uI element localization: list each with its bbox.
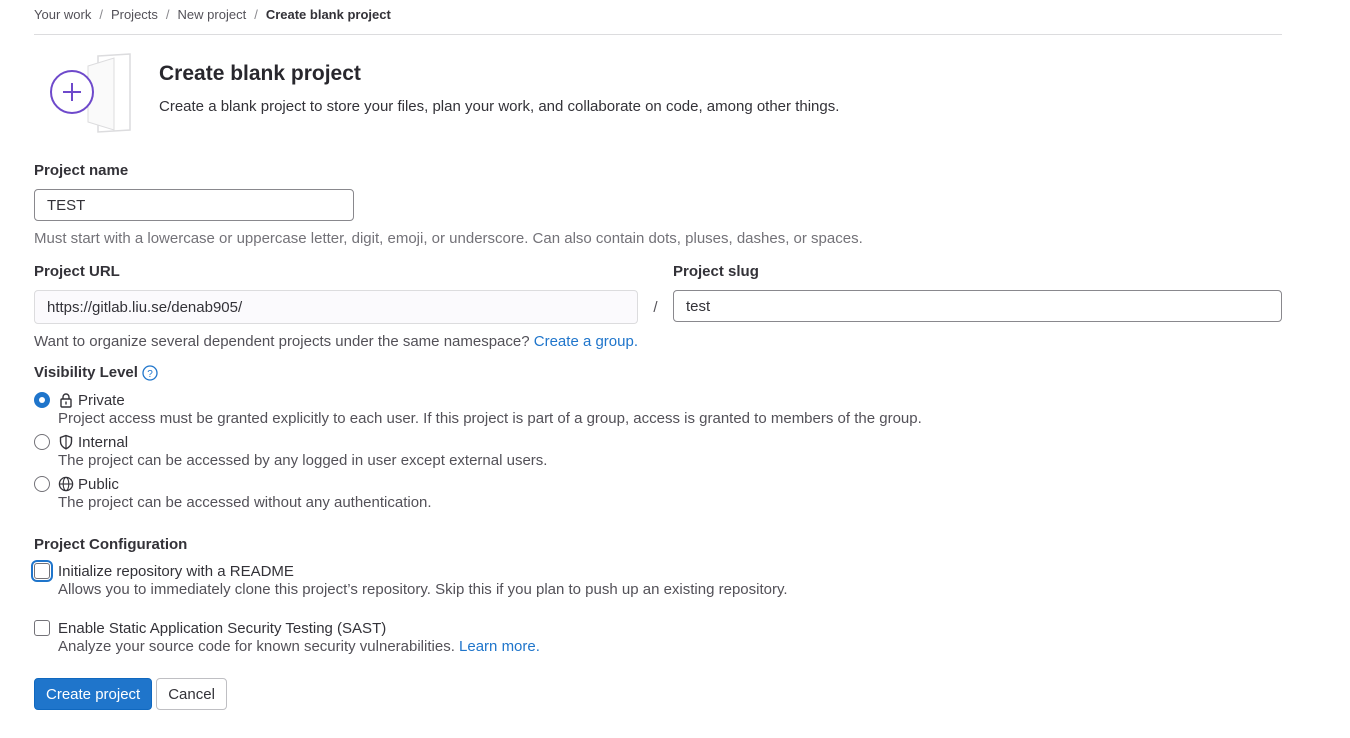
breadcrumb-your-work[interactable]: Your work: [34, 7, 91, 22]
project-name-label: Project name: [34, 162, 129, 179]
create-group-link[interactable]: Create a group.: [534, 333, 638, 350]
shield-icon: [58, 434, 78, 450]
project-url-help: Want to organize several dependent proje…: [34, 333, 1282, 350]
globe-icon: [58, 476, 78, 492]
visibility-option-public: Public The project can be accessed witho…: [34, 474, 1282, 511]
sast-checkbox[interactable]: [34, 620, 50, 636]
readme-option: Initialize repository with a README Allo…: [34, 561, 1282, 598]
breadcrumb-separator: /: [165, 6, 170, 22]
learn-more-link[interactable]: Learn more.: [459, 638, 540, 655]
visibility-option-label: Public: [78, 475, 119, 493]
breadcrumb-separator: /: [254, 6, 258, 22]
cancel-button[interactable]: Cancel: [156, 678, 227, 710]
url-separator: /: [653, 299, 658, 316]
sast-desc-text: Analyze your source code for known secur…: [58, 638, 455, 655]
project-url-row: Project URL https://gitlab.liu.se/denab9…: [34, 263, 1282, 324]
svg-text:?: ?: [147, 369, 153, 380]
project-configuration-label: Project Configuration: [34, 536, 188, 553]
visibility-option-label: Internal: [78, 433, 129, 451]
page-header: Create blank project Create a blank proj…: [34, 52, 1282, 134]
radio-internal[interactable]: [34, 434, 50, 450]
visibility-group: Visibility Level ? Private Project acces…: [34, 364, 1282, 511]
blank-project-illustration: [48, 52, 148, 134]
page-subtitle: Create a blank project to store your fil…: [159, 98, 840, 115]
visibility-option-desc: The project can be accessed without any …: [58, 494, 432, 511]
project-name-group: Project name TEST Must start with a lowe…: [34, 162, 1282, 247]
breadcrumb: Your work / Projects / New project / Cre…: [34, 0, 1282, 35]
project-slug-input[interactable]: test: [673, 290, 1282, 322]
help-icon[interactable]: ?: [142, 364, 158, 381]
page: Your work / Projects / New project / Cre…: [34, 0, 1282, 710]
project-configuration-group: Project Configuration Initialize reposit…: [34, 536, 1282, 655]
project-slug-label: Project slug: [673, 263, 759, 280]
project-name-input[interactable]: TEST: [34, 189, 354, 221]
readme-label: Initialize repository with a README: [58, 562, 294, 580]
form-actions: Create project Cancel: [34, 678, 1282, 710]
visibility-label: Visibility Level: [34, 364, 138, 381]
radio-public[interactable]: [34, 476, 50, 492]
readme-desc: Allows you to immediately clone this pro…: [58, 581, 788, 598]
breadcrumb-projects[interactable]: Projects: [111, 7, 158, 22]
visibility-option-label: Private: [78, 391, 125, 409]
visibility-option-private: Private Project access must be granted e…: [34, 390, 1282, 427]
project-url-label: Project URL: [34, 263, 120, 280]
sast-desc: Analyze your source code for known secur…: [58, 638, 1282, 655]
breadcrumb-create-blank-project[interactable]: Create blank project: [266, 7, 391, 22]
breadcrumb-separator: /: [99, 6, 103, 22]
visibility-option-desc: The project can be accessed by any logge…: [58, 452, 548, 469]
page-title: Create blank project: [159, 62, 361, 85]
readme-checkbox[interactable]: [34, 563, 50, 579]
radio-private[interactable]: [34, 392, 50, 408]
breadcrumb-new-project[interactable]: New project: [178, 7, 247, 22]
sast-label: Enable Static Application Security Testi…: [58, 619, 387, 637]
sast-option: Enable Static Application Security Testi…: [34, 618, 1282, 655]
lock-icon: [58, 392, 78, 408]
project-name-help: Must start with a lowercase or uppercase…: [34, 230, 863, 247]
project-url-help-text: Want to organize several dependent proje…: [34, 333, 530, 350]
create-project-button[interactable]: Create project: [34, 678, 153, 710]
visibility-option-desc: Project access must be granted explicitl…: [58, 410, 922, 427]
project-url-input[interactable]: https://gitlab.liu.se/denab905/: [34, 290, 638, 324]
visibility-option-internal: Internal The project can be accessed by …: [34, 432, 1282, 469]
